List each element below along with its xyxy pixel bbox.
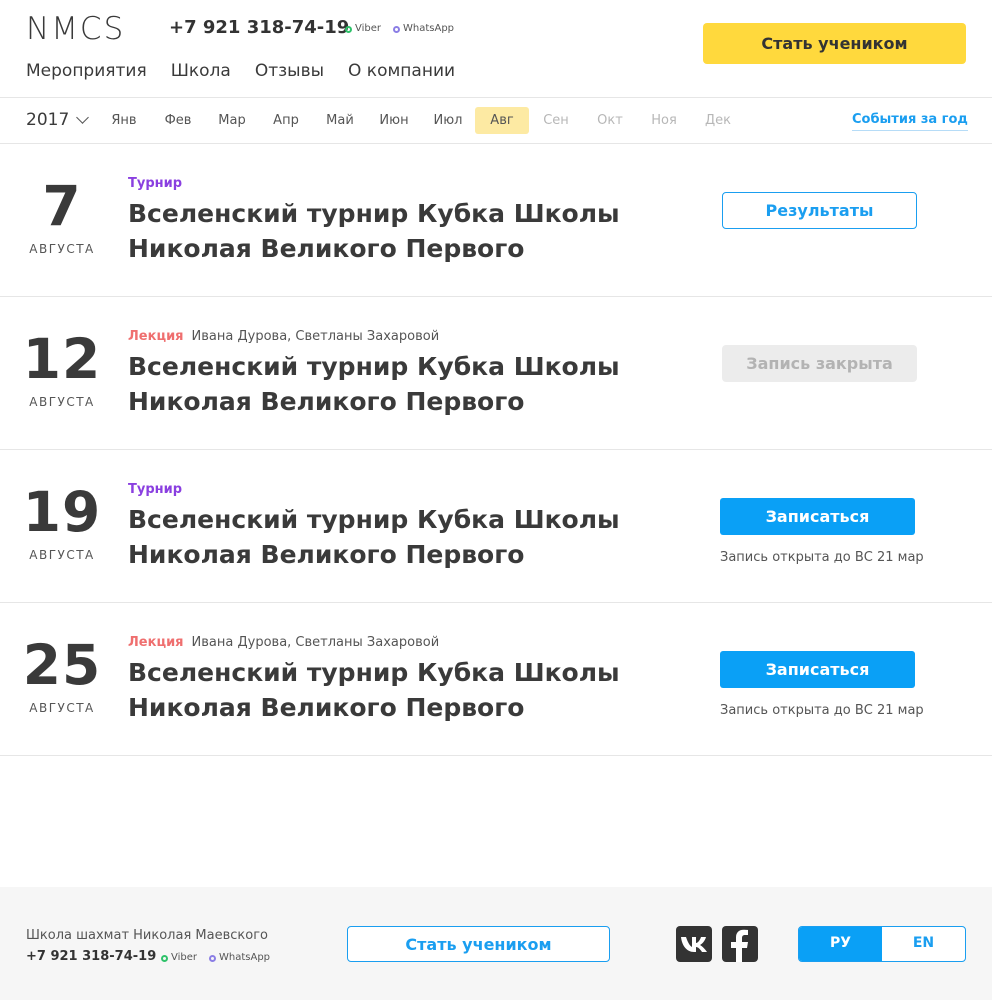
registration-note: Запись открыта до ВС 21 мар (720, 703, 924, 718)
event-authors: Ивана Дурова, Светланы Захаровой (191, 635, 440, 650)
month-tab-jun[interactable]: Июн (367, 107, 421, 134)
register-button[interactable]: Записаться (720, 651, 915, 688)
event-title[interactable]: Вселенский турнир Кубка Школы Николая Ве… (128, 349, 628, 419)
event-meta: Лекция Ивана Дурова, Светланы Захаровой (128, 635, 439, 651)
event-month: АВГУСТА (29, 548, 95, 562)
year-value: 2017 (26, 110, 70, 130)
nav-item-school[interactable]: Школа (171, 60, 231, 82)
whatsapp-link[interactable]: WhatsApp (393, 23, 454, 35)
site-footer: Школа шахмат Николая Маевского +7 921 31… (0, 887, 992, 1000)
event-row: 7 АВГУСТА Турнир Вселенский турнир Кубка… (0, 144, 992, 297)
chevron-down-icon (76, 111, 90, 124)
nav-item-reviews[interactable]: Отзывы (255, 60, 324, 82)
facebook-icon[interactable] (722, 926, 758, 962)
viber-dot-icon (345, 25, 352, 33)
event-day: 12 (22, 327, 102, 391)
main-nav: Мероприятия Школа Отзывы О компании (26, 60, 479, 82)
event-title[interactable]: Вселенский турнир Кубка Школы Николая Ве… (128, 502, 628, 572)
whatsapp-label: WhatsApp (403, 23, 455, 34)
results-button[interactable]: Результаты (722, 192, 917, 229)
event-month: АВГУСТА (29, 242, 95, 256)
footer-school-name: Школа шахмат Николая Маевского (26, 928, 268, 943)
event-type: Лекция (128, 329, 184, 344)
month-tab-feb[interactable]: Фев (151, 107, 205, 134)
become-student-button[interactable]: Стать учеником (703, 23, 966, 64)
event-type: Лекция (128, 635, 184, 650)
event-month: АВГУСТА (29, 701, 95, 715)
lang-en-button[interactable]: EN (882, 927, 965, 961)
lang-ru-button[interactable]: РУ (799, 927, 882, 961)
event-meta: Турнир (128, 482, 190, 498)
whatsapp-dot-icon (209, 954, 216, 962)
event-row: 25 АВГУСТА Лекция Ивана Дурова, Светланы… (0, 603, 992, 756)
footer-whatsapp-link[interactable]: WhatsApp (209, 952, 270, 964)
month-tab-may[interactable]: Май (313, 107, 367, 134)
viber-label: Viber (355, 23, 382, 34)
facebook-logo-graphic (731, 929, 748, 962)
vk-icon[interactable] (676, 926, 712, 962)
month-list: Янв Фев Мар Апр Май Июн Июл Авг Сен Окт … (97, 107, 745, 134)
month-tab-oct[interactable]: Окт (583, 107, 637, 134)
whatsapp-label: WhatsApp (219, 952, 271, 963)
month-tab-dec[interactable]: Дек (691, 107, 745, 134)
month-tab-nov[interactable]: Ноя (637, 107, 691, 134)
register-button[interactable]: Записаться (720, 498, 915, 535)
footer-become-student-button[interactable]: Стать учеником (347, 926, 610, 962)
header-phone[interactable]: +7 921 318-74-19 (169, 17, 349, 39)
viber-label: Viber (171, 952, 198, 963)
event-day: 7 (42, 174, 82, 238)
registration-closed-button: Запись закрыта (722, 345, 917, 382)
viber-dot-icon (161, 954, 168, 962)
nav-item-about[interactable]: О компании (348, 60, 455, 82)
year-select[interactable]: 2017 (26, 110, 90, 130)
event-row: 12 АВГУСТА Лекция Ивана Дурова, Светланы… (0, 297, 992, 450)
month-filter-bar: 2017 Янв Фев Мар Апр Май Июн Июл Авг Сен… (0, 98, 992, 144)
vk-logo-graphic (681, 937, 707, 952)
event-day: 25 (22, 633, 102, 697)
event-title[interactable]: Вселенский турнир Кубка Школы Николая Ве… (128, 655, 628, 725)
month-tab-sep[interactable]: Сен (529, 107, 583, 134)
year-events-link[interactable]: События за год (852, 112, 968, 131)
month-tab-apr[interactable]: Апр (259, 107, 313, 134)
event-type: Турнир (128, 482, 183, 497)
event-row: 19 АВГУСТА Турнир Вселенский турнир Кубк… (0, 450, 992, 603)
event-day: 19 (22, 480, 102, 544)
footer-viber-link[interactable]: Viber (161, 952, 197, 964)
viber-link[interactable]: Viber (345, 23, 381, 35)
month-tab-mar[interactable]: Мар (205, 107, 259, 134)
nav-item-events[interactable]: Мероприятия (26, 60, 147, 82)
month-tab-jan[interactable]: Янв (97, 107, 151, 134)
registration-note: Запись открыта до ВС 21 мар (720, 550, 924, 565)
site-header: NMCS +7 921 318-74-19 Viber WhatsApp Мер… (0, 0, 992, 98)
event-authors: Ивана Дурова, Светланы Захаровой (191, 329, 440, 344)
event-type: Турнир (128, 176, 183, 191)
event-title[interactable]: Вселенский турнир Кубка Школы Николая Ве… (128, 196, 628, 266)
language-switcher: РУ EN (798, 926, 966, 962)
footer-phone[interactable]: +7 921 318-74-19 (26, 949, 156, 965)
event-meta: Лекция Ивана Дурова, Светланы Захаровой (128, 329, 439, 345)
month-tab-jul[interactable]: Июл (421, 107, 475, 134)
event-month: АВГУСТА (29, 395, 95, 409)
whatsapp-dot-icon (393, 25, 400, 33)
month-tab-aug[interactable]: Авг (475, 107, 529, 134)
event-meta: Турнир (128, 176, 190, 192)
site-logo[interactable]: NMCS (26, 13, 125, 45)
